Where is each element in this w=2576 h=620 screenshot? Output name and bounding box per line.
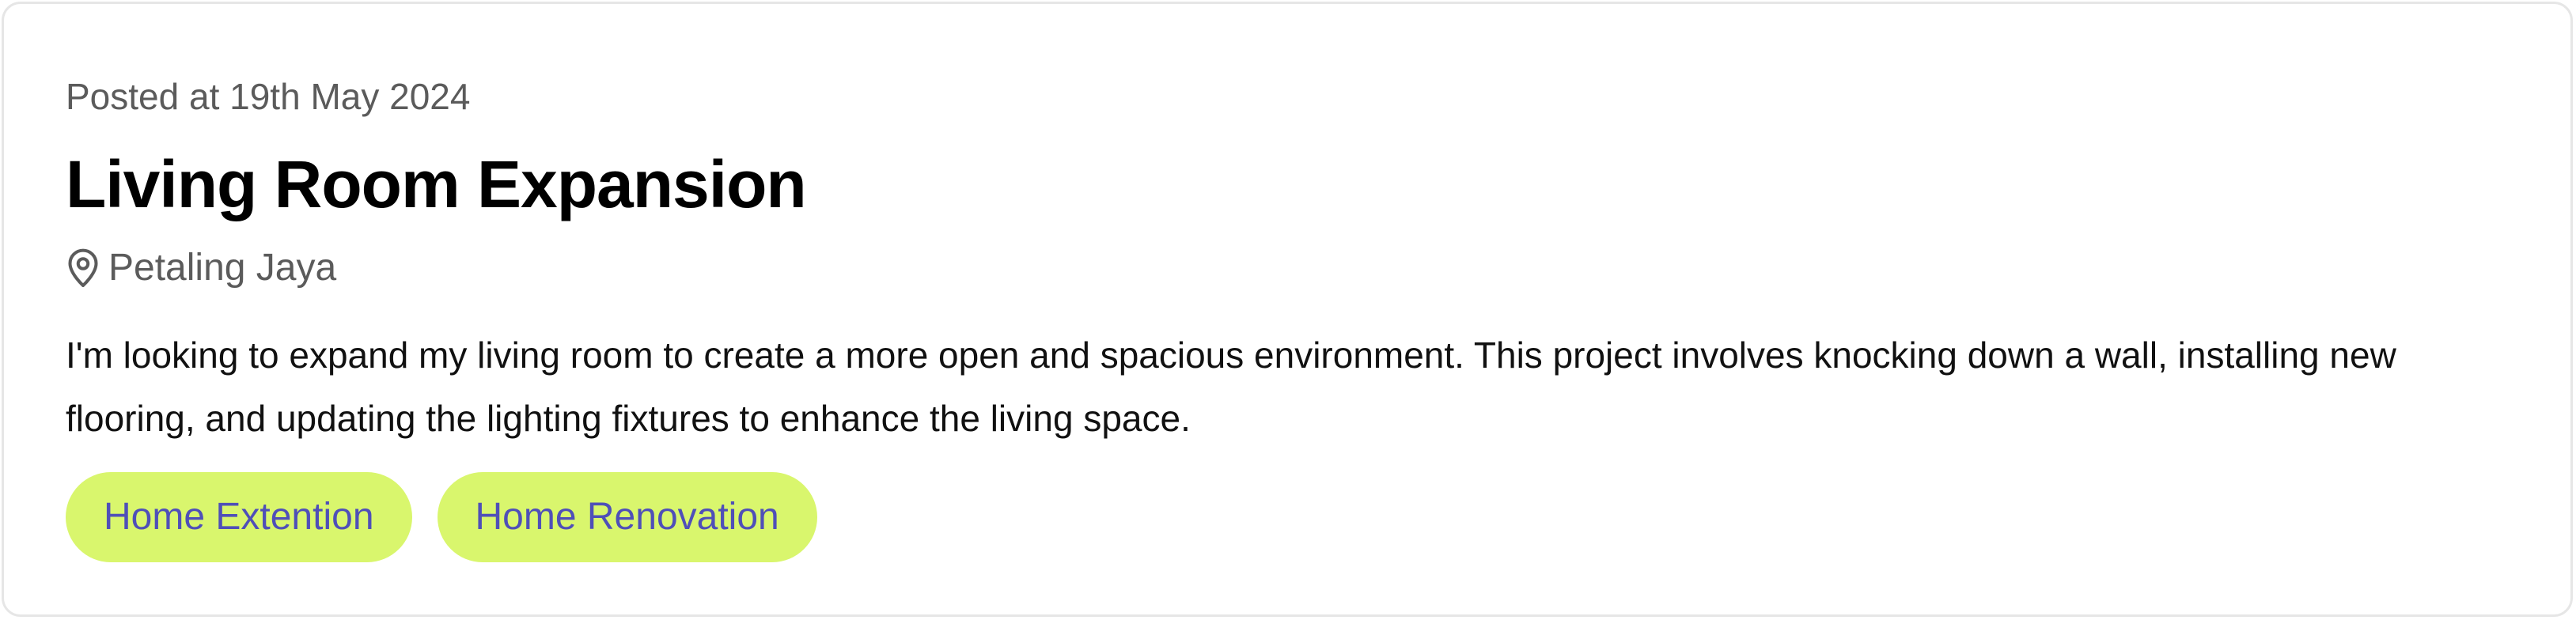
project-description: I'm looking to expand my living room to … — [66, 335, 2396, 439]
project-card: Posted at 19th May 2024 Living Room Expa… — [2, 2, 2573, 617]
project-title: Living Room Expansion — [66, 147, 807, 221]
tag-list: Home Extention Home Renovation — [66, 472, 817, 562]
posted-date: Posted at 19th May 2024 — [66, 76, 471, 117]
location-label: Petaling Jaya — [108, 247, 337, 289]
tag-home-extention[interactable]: Home Extention — [66, 472, 412, 562]
project-location: Petaling Jaya — [66, 243, 336, 293]
tag-home-renovation[interactable]: Home Renovation — [437, 472, 817, 562]
map-pin-icon — [66, 248, 100, 289]
